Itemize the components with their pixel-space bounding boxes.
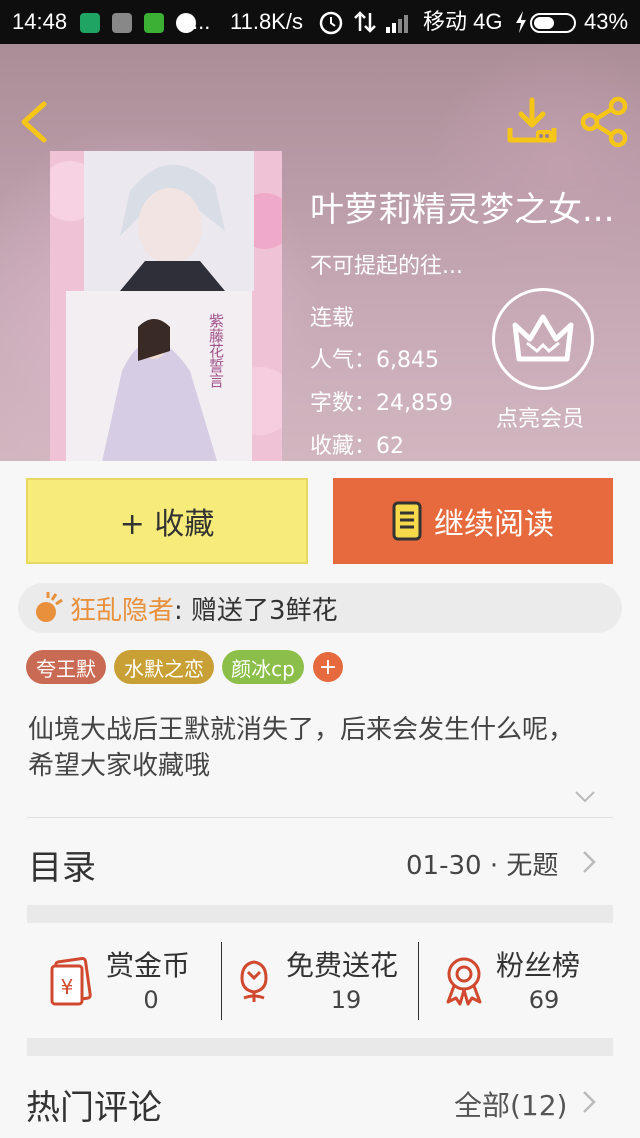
- book-cover[interactable]: 紫藤花誓言: [50, 151, 282, 461]
- back-icon[interactable]: [14, 96, 58, 148]
- word-count-value: 24,859: [376, 391, 453, 416]
- wechat-icon: [144, 13, 165, 34]
- app-icon: [112, 13, 133, 34]
- book-title: 叶萝莉精灵梦之女...: [310, 190, 615, 230]
- section-separator: [27, 1038, 613, 1056]
- shield-icon: [80, 13, 100, 34]
- gift-message: : 赠送了3鲜花: [174, 595, 338, 626]
- serial-status: 连载: [310, 306, 355, 331]
- more-notifications: ...: [192, 9, 211, 34]
- continue-reading-button[interactable]: 继续阅读: [333, 478, 613, 564]
- status-time: 14:48: [12, 9, 68, 34]
- favorites-value: 62: [376, 434, 405, 459]
- latest-chapter: 01-30 · 无题: [406, 851, 559, 881]
- svg-text:¥: ¥: [61, 975, 74, 999]
- add-tag-button[interactable]: +: [313, 652, 343, 682]
- free-flowers-value: 19: [330, 986, 362, 1014]
- popularity-label: 人气：: [310, 348, 377, 373]
- reward-coins-label: 赏金币: [106, 949, 191, 982]
- tag-item[interactable]: 水默之恋: [114, 650, 214, 684]
- battery-icon: [530, 13, 576, 33]
- chevron-down-icon[interactable]: [574, 790, 596, 804]
- add-favorite-button[interactable]: + 收藏: [26, 478, 308, 564]
- popularity-stat: 人气：6,845: [310, 342, 439, 374]
- favorites-stat: 收藏：62: [310, 428, 404, 460]
- hot-comments-title: 热门评论: [26, 1088, 162, 1128]
- red-envelope-yen-icon: ¥: [50, 956, 92, 1006]
- book-icon: [392, 501, 422, 541]
- battery-percent: 43%: [584, 9, 629, 34]
- divider: [221, 942, 222, 1020]
- charging-icon: [516, 11, 526, 33]
- divider: [27, 817, 613, 818]
- cover-illustration: 紫藤花誓言: [50, 151, 282, 461]
- popularity-value: 6,845: [376, 348, 439, 373]
- free-flowers-label: 免费送花: [286, 949, 399, 982]
- crown-icon: [512, 314, 574, 362]
- word-count-label: 字数：: [310, 391, 377, 416]
- all-comments-label: 全部(12): [454, 1089, 568, 1122]
- chevron-right-icon: [583, 1091, 596, 1113]
- word-count-stat: 字数：24,859: [310, 385, 453, 417]
- notification-icons: [80, 9, 197, 35]
- gift-notice[interactable]: 狂乱隐者 : 赠送了3鲜花: [18, 583, 622, 633]
- book-header: 紫藤花誓言 叶萝莉精灵梦之女... 不可提起的往... 连载 人气：6,845 …: [0, 44, 640, 461]
- add-favorite-label: + 收藏: [119, 507, 215, 542]
- reward-coins-value: 0: [143, 986, 159, 1014]
- data-transfer-icon: [354, 11, 376, 33]
- book-author[interactable]: 不可提起的往...: [310, 248, 463, 280]
- divider: [418, 942, 419, 1020]
- medal-icon: [446, 957, 482, 1006]
- alarm-icon: [319, 11, 343, 35]
- reward-coins-item[interactable]: ¥ 赏金币 0: [48, 940, 218, 1022]
- tag-item[interactable]: 颜冰cp: [222, 650, 304, 684]
- tag-item[interactable]: 夸王默: [26, 650, 106, 684]
- download-icon[interactable]: [506, 96, 558, 148]
- status-bar: 14:48 ... 11.8K/s 移动 4G 43%: [0, 0, 640, 44]
- fan-ranking-item[interactable]: 粉丝榜 69: [442, 940, 602, 1022]
- continue-reading-label: 继续阅读: [434, 507, 554, 542]
- section-separator: [27, 905, 613, 923]
- network-speed: 11.8K/s: [230, 9, 303, 34]
- vip-badge[interactable]: [492, 288, 594, 390]
- favorites-label: 收藏：: [310, 434, 377, 459]
- flower-gift-icon: [36, 592, 63, 622]
- vip-label[interactable]: 点亮会员: [496, 401, 584, 433]
- toc-label: 目录: [28, 848, 96, 888]
- chevron-right-icon: [583, 851, 596, 873]
- carrier-label: 移动 4G: [423, 9, 503, 34]
- signal-icon: [386, 15, 408, 33]
- cover-title-art: 紫藤花誓言: [207, 313, 225, 388]
- gift-user[interactable]: 狂乱隐者: [70, 590, 174, 627]
- fan-ranking-value: 69: [528, 986, 560, 1014]
- book-description: 仙境大战后王默就消失了，后来会发生什么呢，希望大家收藏哦: [28, 715, 575, 781]
- free-flowers-item[interactable]: 免费送花 19: [234, 940, 414, 1022]
- fan-ranking-label: 粉丝榜: [496, 949, 581, 982]
- share-icon[interactable]: [578, 96, 630, 148]
- flower-icon: [240, 960, 268, 1002]
